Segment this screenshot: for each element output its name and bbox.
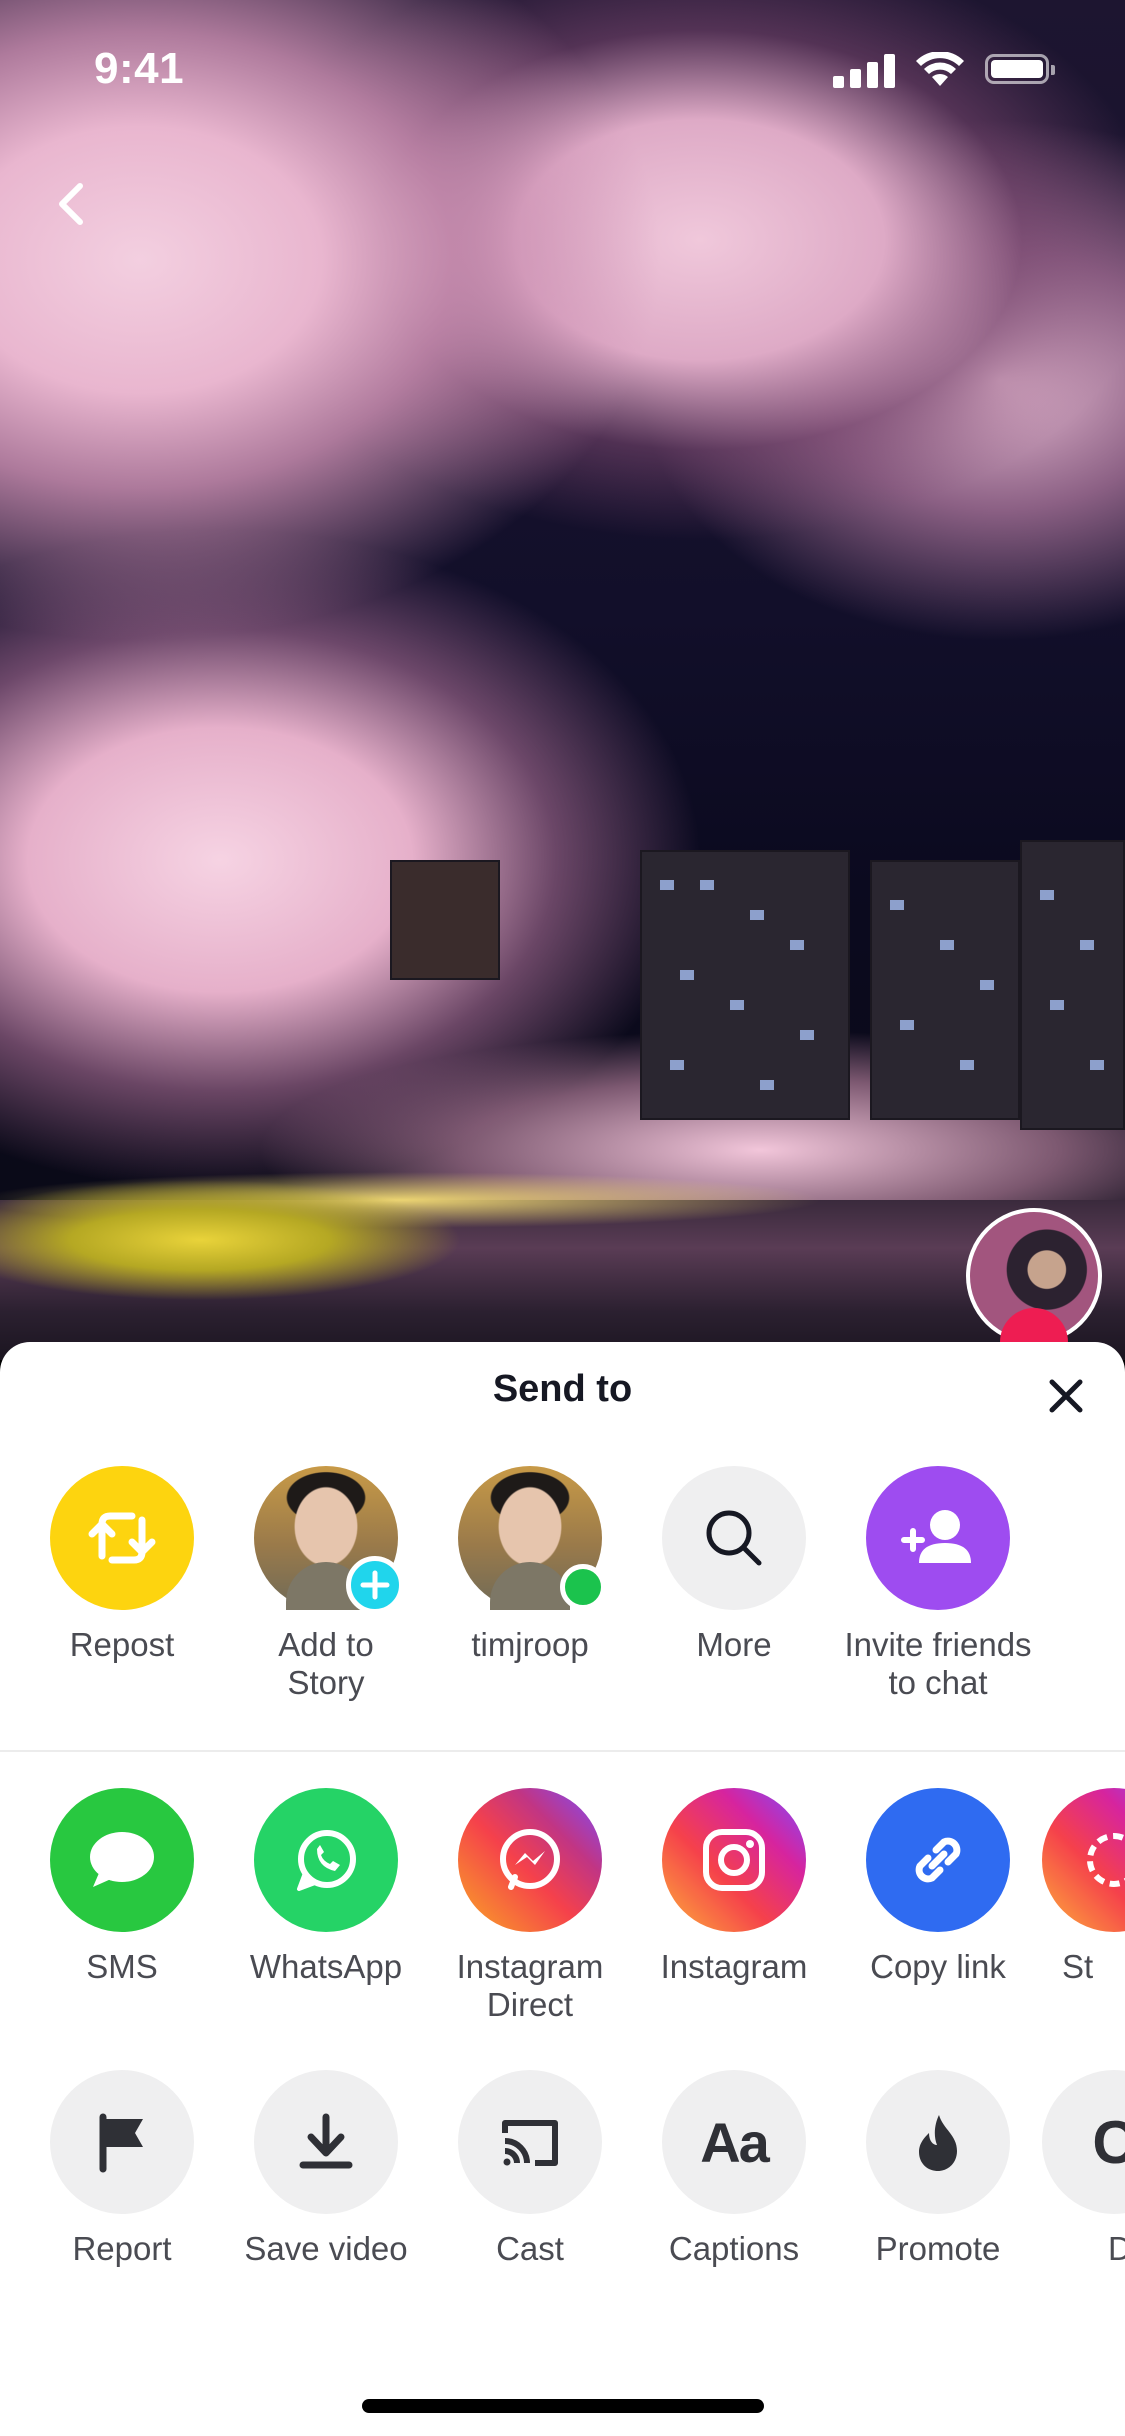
sms-label: SMS <box>86 1948 158 1985</box>
repost-button[interactable]: Repost <box>22 1466 222 1664</box>
instagram-direct-button[interactable]: Instagram Direct <box>430 1788 630 2024</box>
divider <box>0 1750 1125 1752</box>
status-icons <box>833 52 1073 92</box>
captions-button[interactable]: Aa Captions <box>634 2070 834 2268</box>
contact-timjroop[interactable]: timjroop <box>430 1466 630 1664</box>
copy-link-label: Copy link <box>870 1948 1006 1985</box>
invite-friends-label: Invite friends to chat <box>844 1626 1032 1701</box>
video-background <box>0 0 1125 1360</box>
partial-glyph: C <box>1092 2108 1125 2176</box>
wifi-icon <box>916 52 964 86</box>
captions-icon: Aa <box>662 2070 806 2214</box>
instagram-button[interactable]: Instagram <box>634 1788 834 1986</box>
search-icon <box>662 1466 806 1610</box>
flag-icon <box>50 2070 194 2214</box>
share-row-apps: SMS WhatsApp Instagram Direct Instagram … <box>0 1788 1125 2038</box>
promote-button[interactable]: Promote <box>838 2070 1038 2268</box>
forsythia-bushes <box>0 1180 520 1300</box>
report-label: Report <box>72 2230 172 2267</box>
close-icon[interactable] <box>1040 1370 1092 1422</box>
more-button[interactable]: More <box>634 1466 834 1664</box>
save-video-button[interactable]: Save video <box>226 2070 426 2268</box>
repost-label: Repost <box>69 1626 175 1663</box>
repost-icon <box>50 1466 194 1610</box>
copy-link-button[interactable]: Copy link <box>838 1788 1038 1986</box>
instagram-label: Instagram <box>660 1948 808 1985</box>
captions-label: Captions <box>668 2230 800 2267</box>
partial-action-button[interactable]: C D <box>1042 2070 1125 2268</box>
back-icon[interactable] <box>40 168 110 238</box>
user-avatar <box>458 1466 606 1610</box>
contact-name: timjroop <box>471 1626 589 1663</box>
online-status-dot <box>560 1564 606 1610</box>
instagram-icon <box>662 1788 806 1932</box>
stories-label: St <box>1062 1948 1094 1985</box>
signal-icon <box>833 52 895 88</box>
add-to-story-button[interactable]: Add to Story <box>226 1466 426 1702</box>
partial-label: D <box>1108 2230 1125 2267</box>
plus-icon <box>346 1556 404 1614</box>
share-sheet: Send to Repost Add to Story timjroop Mor… <box>0 1342 1125 2436</box>
stories-button[interactable]: St <box>1042 1788 1125 1986</box>
download-icon <box>254 2070 398 2214</box>
report-button[interactable]: Report <box>22 2070 222 2268</box>
building <box>1020 840 1125 1130</box>
promote-label: Promote <box>875 2230 1001 2267</box>
invite-friends-button[interactable]: Invite friends to chat <box>838 1466 1038 1702</box>
battery-icon <box>985 54 1055 84</box>
cast-label: Cast <box>496 2230 564 2267</box>
building <box>870 860 1020 1120</box>
add-to-story-label: Add to Story <box>278 1626 374 1701</box>
sms-button[interactable]: SMS <box>22 1788 222 1986</box>
link-icon <box>866 1788 1010 1932</box>
flame-icon <box>866 2070 1010 2214</box>
add-friend-icon <box>866 1466 1010 1610</box>
building <box>640 850 850 1120</box>
whatsapp-button[interactable]: WhatsApp <box>226 1788 426 1986</box>
status-time: 9:41 <box>94 44 185 93</box>
share-row-actions: Report Save video Cast Aa Captions Promo… <box>0 2070 1125 2320</box>
stories-icon <box>1042 1788 1125 1932</box>
status-bar: 9:41 <box>0 0 1125 140</box>
messenger-icon <box>458 1788 602 1932</box>
home-indicator[interactable] <box>362 2399 764 2413</box>
whatsapp-icon <box>254 1788 398 1932</box>
cast-icon <box>458 2070 602 2214</box>
more-label: More <box>696 1626 772 1663</box>
partial-icon: C <box>1042 2070 1125 2214</box>
story-avatar <box>254 1466 404 1614</box>
save-video-label: Save video <box>244 2230 408 2267</box>
cast-button[interactable]: Cast <box>430 2070 630 2268</box>
captions-glyph: Aa <box>700 2110 770 2174</box>
sms-icon <box>50 1788 194 1932</box>
share-row-contacts: Repost Add to Story timjroop More Invite… <box>0 1466 1125 1716</box>
whatsapp-label: WhatsApp <box>249 1948 403 1985</box>
sheet-title: Send to <box>492 1368 633 1410</box>
instagram-direct-label: Instagram Direct <box>456 1948 604 2023</box>
building <box>390 860 500 980</box>
